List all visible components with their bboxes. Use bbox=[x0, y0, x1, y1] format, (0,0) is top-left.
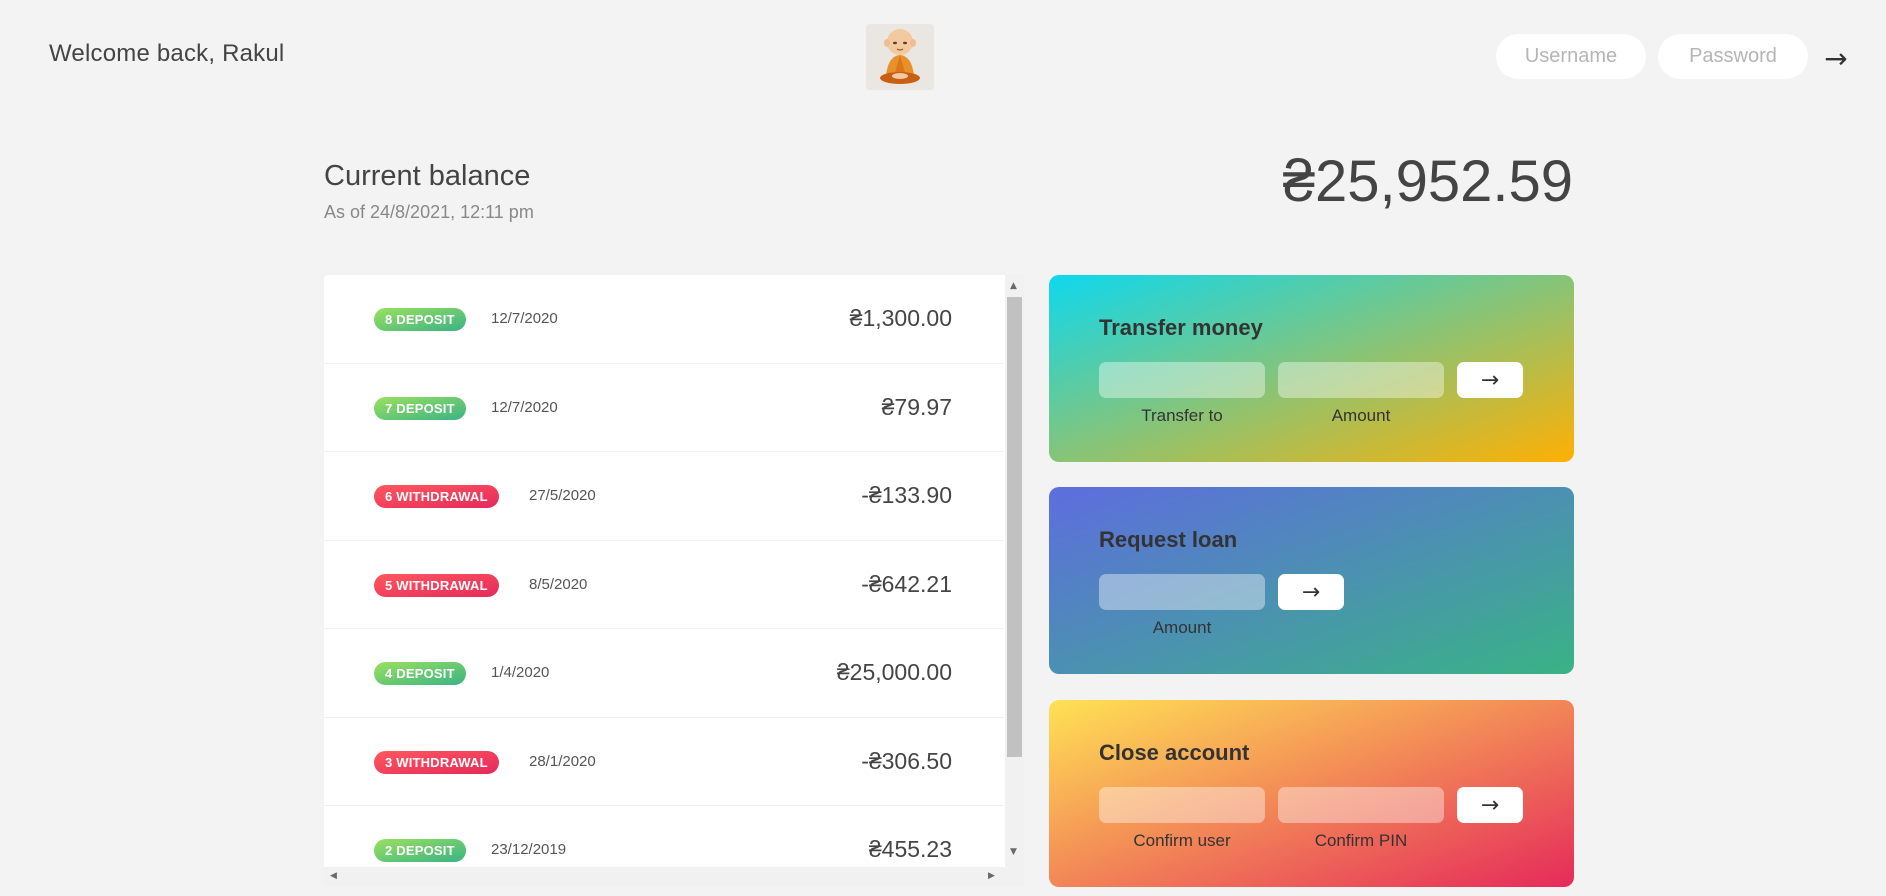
movement-type-badge: 6 WITHDRAWAL bbox=[374, 485, 499, 508]
close-submit-button[interactable]: → bbox=[1457, 787, 1523, 823]
balance-value: ₴25,952.59 bbox=[1282, 149, 1573, 214]
close-user-input[interactable] bbox=[1099, 787, 1265, 823]
transfer-submit-button[interactable]: → bbox=[1457, 362, 1523, 398]
movement-value: ₴25,000.00 bbox=[836, 659, 952, 685]
scroll-left-arrow-icon[interactable]: ◀ bbox=[330, 872, 337, 881]
loan-submit-button[interactable]: → bbox=[1278, 574, 1344, 610]
monk-logo-icon bbox=[866, 24, 934, 90]
movement-value: -₴133.90 bbox=[861, 482, 952, 508]
movement-type-badge: 3 WITHDRAWAL bbox=[374, 750, 499, 774]
transfer-amount-input[interactable] bbox=[1278, 362, 1444, 398]
movement-type-badge: 7 DEPOSIT bbox=[374, 396, 466, 420]
transfer-amount-label: Amount bbox=[1331, 406, 1391, 425]
transfer-to-input[interactable] bbox=[1099, 362, 1265, 398]
movement-type-badge: 4 DEPOSIT bbox=[374, 662, 466, 685]
scrollbar-thumb[interactable] bbox=[1007, 297, 1022, 757]
login-arrow-button[interactable]: → bbox=[1818, 40, 1854, 76]
balance-label: Current balance bbox=[324, 160, 531, 192]
scroll-right-arrow-icon[interactable]: ▶ bbox=[988, 872, 995, 881]
close-account-panel: Close account → Confirm user Confirm PIN bbox=[1049, 700, 1574, 887]
loan-title: Request loan bbox=[1099, 527, 1238, 552]
movement-value: ₴1,300.00 bbox=[849, 305, 952, 331]
loan-amount-input[interactable] bbox=[1099, 574, 1265, 610]
login-password-input[interactable] bbox=[1658, 34, 1808, 79]
login-username-input[interactable] bbox=[1496, 34, 1646, 79]
transfer-money-panel: Transfer money → Transfer to Amount bbox=[1049, 275, 1574, 462]
movements-vertical-scrollbar[interactable]: ▲ ▼ bbox=[1005, 275, 1024, 869]
transfer-title: Transfer money bbox=[1099, 315, 1263, 340]
close-title: Close account bbox=[1099, 740, 1250, 765]
movement-row: 7 DEPOSIT 12/7/2020 ₴79.97 bbox=[324, 364, 1004, 452]
scroll-up-arrow-icon[interactable]: ▲ bbox=[1010, 282, 1017, 291]
movement-value: ₴455.23 bbox=[868, 836, 952, 862]
movement-row: 6 WITHDRAWAL 27/5/2020 -₴133.90 bbox=[324, 452, 1004, 541]
movement-date: 28/1/2020 bbox=[529, 752, 596, 770]
movement-type-badge: 2 DEPOSIT bbox=[374, 839, 466, 862]
movement-type-badge: 8 DEPOSIT bbox=[374, 308, 466, 331]
movement-type-badge: 5 WITHDRAWAL bbox=[374, 573, 499, 597]
request-loan-panel: Request loan → Amount bbox=[1049, 487, 1574, 674]
transfer-to-label: Transfer to bbox=[1141, 406, 1223, 425]
movement-row: 8 DEPOSIT 12/7/2020 ₴1,300.00 bbox=[324, 275, 1004, 364]
movement-date: 12/7/2020 bbox=[491, 310, 558, 327]
loan-amount-label: Amount bbox=[1152, 618, 1212, 637]
close-pin-input[interactable] bbox=[1278, 787, 1444, 823]
movement-row: 2 DEPOSIT 23/12/2019 ₴455.23 bbox=[324, 806, 1004, 869]
welcome-message: Welcome back, Rakul bbox=[49, 40, 285, 67]
top-nav: Welcome back, Rakul → bbox=[0, 0, 1886, 114]
movements-rows: 8 DEPOSIT 12/7/2020 ₴1,300.00 7 DEPOSIT 12/7… bbox=[324, 275, 1004, 869]
movement-value: ₴79.97 bbox=[881, 393, 952, 420]
movement-date: 1/4/2020 bbox=[491, 664, 550, 681]
movement-value: -₴642.21 bbox=[861, 570, 952, 597]
movement-date: 23/12/2019 bbox=[491, 841, 567, 858]
movement-row: 4 DEPOSIT 1/4/2020 ₴25,000.00 bbox=[324, 629, 1004, 718]
scroll-down-arrow-icon[interactable]: ▼ bbox=[1010, 848, 1017, 857]
balance-date: As of 24/8/2021, 12:11 pm bbox=[324, 202, 534, 222]
movement-row: 3 WITHDRAWAL 28/1/2020 -₴306.50 bbox=[324, 718, 1004, 806]
close-pin-label: Confirm PIN bbox=[1314, 831, 1408, 850]
close-user-label: Confirm user bbox=[1133, 831, 1231, 850]
movement-row: 5 WITHDRAWAL 8/5/2020 -₴642.21 bbox=[324, 541, 1004, 629]
movement-date: 12/7/2020 bbox=[491, 398, 558, 416]
movement-value: -₴306.50 bbox=[861, 747, 952, 774]
movement-date: 27/5/2020 bbox=[529, 487, 596, 504]
movements-list[interactable]: 8 DEPOSIT 12/7/2020 ₴1,300.00 7 DEPOSIT 12/7… bbox=[324, 275, 1024, 869]
movements-horizontal-scrollbar[interactable]: ◀ ▶ bbox=[324, 867, 1024, 886]
movement-date: 8/5/2020 bbox=[529, 575, 588, 593]
